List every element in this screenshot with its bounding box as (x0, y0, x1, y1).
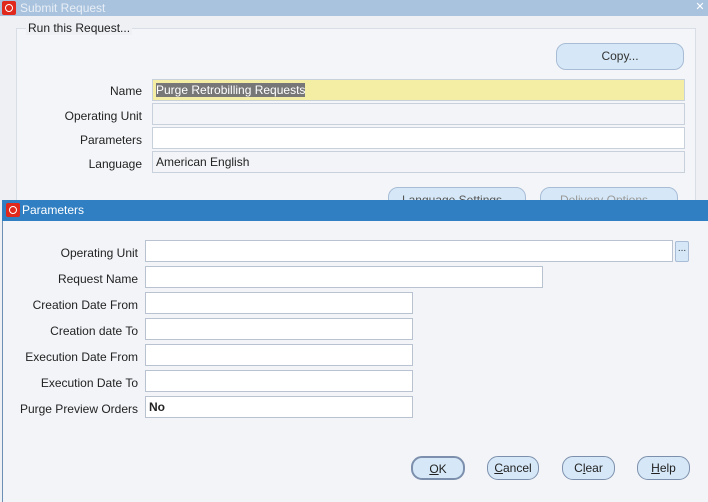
lov-button[interactable]: ... (675, 241, 689, 262)
parameters-label: Parameters (79, 133, 142, 147)
operating-unit-field[interactable] (152, 103, 685, 125)
param-label-execution-to: Execution Date To (40, 376, 138, 390)
param-label-creation-to: Creation date To (50, 324, 138, 338)
parameters-title: Parameters (22, 203, 85, 217)
oracle-logo-icon (6, 203, 20, 217)
close-icon[interactable]: ✕ (694, 1, 706, 14)
param-creation-from[interactable] (145, 292, 413, 314)
param-execution-from[interactable] (145, 344, 413, 366)
ok-button[interactable]: OK (411, 456, 465, 480)
name-field[interactable]: Purge Retrobilling Requests (152, 79, 685, 101)
param-label-request-name: Request Name (57, 272, 138, 286)
parameters-titlebar: Parameters (2, 200, 708, 221)
param-label-execution-from: Execution Date From (25, 350, 138, 364)
submit-request-titlebar: Submit Request (0, 0, 708, 16)
param-label-creation-from: Creation Date From (32, 298, 138, 312)
copy-button[interactable]: Copy... (556, 43, 684, 70)
window-title: Submit Request (20, 1, 106, 15)
oracle-logo-icon (2, 1, 16, 15)
param-label-purge-preview: Purge Preview Orders (19, 402, 138, 416)
clear-button[interactable]: Clear (562, 456, 615, 480)
param-execution-to[interactable] (145, 370, 413, 392)
name-label: Name (109, 84, 142, 98)
operating-unit-label: Operating Unit (64, 109, 142, 123)
language-label: Language (88, 157, 142, 171)
parameters-field[interactable] (152, 127, 685, 149)
param-operating-unit[interactable] (145, 240, 673, 262)
param-purge-preview[interactable]: No (145, 396, 413, 418)
language-field[interactable]: American English (152, 151, 685, 173)
param-label-operating-unit: Operating Unit (60, 246, 138, 260)
help-button[interactable]: Help (637, 456, 690, 480)
param-creation-to[interactable] (145, 318, 413, 340)
param-request-name[interactable] (145, 266, 543, 288)
cancel-button[interactable]: Cancel (487, 456, 539, 480)
group-label: Run this Request... (26, 21, 133, 35)
